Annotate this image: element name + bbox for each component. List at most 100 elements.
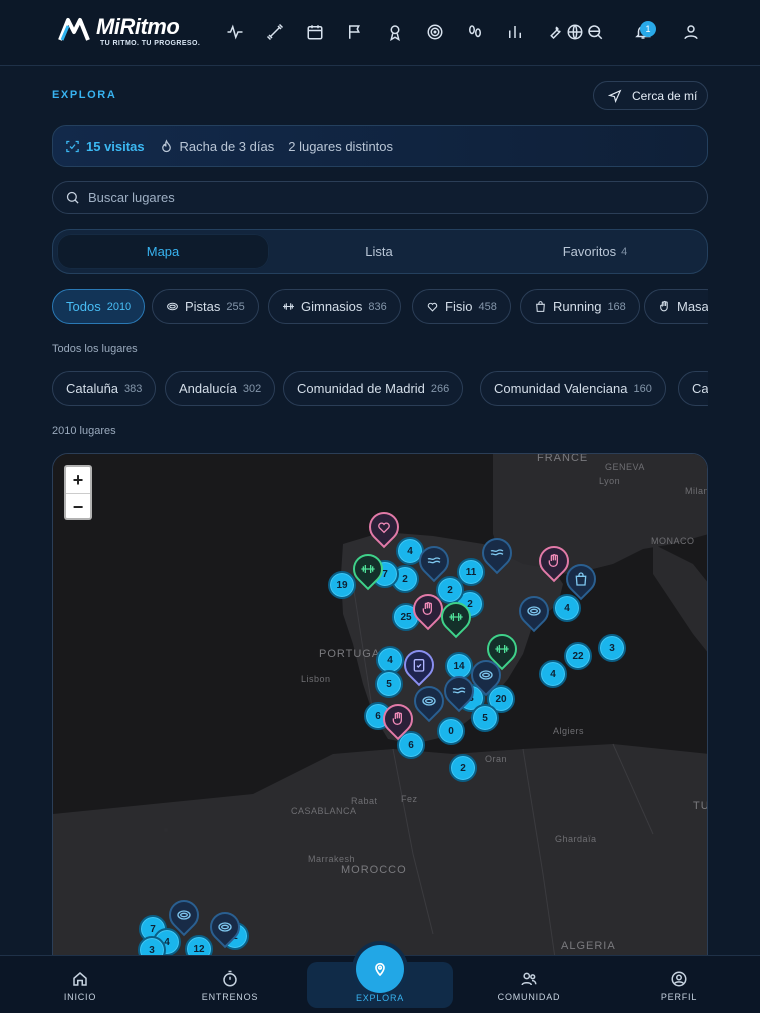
map-cluster[interactable]: 5: [375, 670, 403, 698]
map-label: Milan: [685, 486, 708, 496]
near-me-label: Cerca de mí: [632, 88, 698, 103]
chip-physio[interactable]: Fisio 458: [412, 289, 511, 324]
search-globe-icon[interactable]: [585, 22, 605, 42]
scan-check-icon: [66, 140, 79, 152]
dumbbell-icon[interactable]: [265, 22, 285, 42]
map-pin-icon: [375, 962, 385, 977]
chip-gyms[interactable]: Gimnasios 836: [268, 289, 401, 324]
flag-icon[interactable]: [345, 22, 365, 42]
chip-label: Comunidad de Madrid: [297, 381, 425, 396]
users-icon: [521, 972, 537, 986]
chip-running[interactable]: Running 168: [520, 289, 640, 324]
map-cluster[interactable]: 22: [564, 642, 592, 670]
chip-all[interactable]: Todos 2010: [52, 289, 146, 324]
medal-icon[interactable]: [385, 22, 405, 42]
map-label: GENEVA: [605, 462, 645, 472]
map-cluster[interactable]: 4: [553, 594, 581, 622]
map-label: TU: [693, 800, 707, 812]
streak-text: Racha de 3 días: [179, 138, 275, 154]
shopping-bag-icon: [536, 301, 545, 312]
nav-workouts[interactable]: ENTRENOS: [185, 970, 275, 1010]
hand-icon: [392, 712, 402, 725]
map-cluster[interactable]: 2: [449, 754, 477, 782]
chip-count: 168: [607, 300, 626, 313]
chip-massage[interactable]: Masa: [644, 289, 708, 324]
chip-label: Comunidad Valenciana: [494, 381, 628, 396]
near-me-button[interactable]: Cerca de mí: [593, 81, 708, 110]
map-label: Algiers: [553, 726, 585, 736]
nav-home[interactable]: INICIO: [35, 970, 125, 1010]
chip-region-valenciana[interactable]: Comunidad Valenciana 160: [480, 371, 666, 406]
chip-region-andalucia[interactable]: Andalucía 302: [165, 371, 276, 406]
nav-profile[interactable]: PERFIL: [634, 970, 724, 1010]
map-cluster[interactable]: 19: [328, 571, 356, 599]
chip-label: Fisio: [445, 299, 473, 314]
track-icon: [527, 606, 541, 616]
wrench-icon[interactable]: [545, 22, 565, 42]
stopwatch-icon: [223, 970, 237, 987]
chip-label: Pistas: [185, 299, 221, 314]
waves-icon: [427, 557, 441, 564]
map-cluster[interactable]: 4: [539, 660, 567, 688]
results-caption: 2010 lugares: [52, 425, 116, 437]
map-cluster[interactable]: 0: [437, 717, 465, 745]
chip-count: 302: [242, 382, 262, 395]
nav-community[interactable]: COMUNIDAD: [484, 970, 574, 1010]
map-cluster[interactable]: 5: [471, 704, 499, 732]
tab-favorites[interactable]: Favoritos 4: [489, 234, 701, 269]
zoom-in-button[interactable]: +: [66, 467, 90, 493]
section-label: EXPLORA: [52, 89, 117, 101]
navigation-arrow-icon: [608, 89, 622, 103]
globe-icon[interactable]: [565, 22, 585, 42]
footprints-icon[interactable]: [465, 22, 485, 42]
tab-map-label: Mapa: [146, 244, 180, 259]
chip-count: 836: [368, 300, 387, 313]
chip-count: 458: [478, 300, 497, 313]
track-icon: [422, 696, 436, 706]
map-label: Ghardaïa: [555, 834, 597, 844]
map-label: Fez: [401, 794, 418, 804]
nav-home-label: INICIO: [63, 992, 97, 1002]
user-icon[interactable]: [681, 22, 701, 42]
region-chips: Cataluña 383 Andalucía 302 Comunidad de …: [52, 371, 708, 407]
bar-chart-icon[interactable]: [505, 22, 525, 42]
chip-region-more[interactable]: Ca: [678, 371, 708, 406]
tab-map[interactable]: Mapa: [57, 234, 269, 269]
nav-explore-button[interactable]: [356, 945, 404, 993]
map-label: FRANCE: [537, 453, 589, 464]
chip-tracks[interactable]: Pistas 255: [152, 289, 259, 324]
brand-logo[interactable]: MiRitmo TU RITMO. TU PROGRESO.: [58, 14, 208, 50]
map-label: Oran: [485, 754, 508, 764]
notification-badge: 1: [640, 21, 656, 37]
region-caption: Todos los lugares: [52, 343, 138, 355]
heart-hand-icon: [378, 522, 390, 534]
track-icon: [167, 302, 178, 311]
chip-count: 2010: [106, 300, 132, 313]
chip-label: Running: [553, 299, 602, 314]
activity-icon[interactable]: [225, 22, 245, 42]
calendar-icon[interactable]: [305, 22, 325, 42]
search-bar: [52, 181, 708, 214]
category-chips: Todos 2010 Pistas 255 Gimnasios 836 Fisi…: [52, 289, 708, 325]
tab-list[interactable]: Lista: [273, 234, 485, 269]
target-icon[interactable]: [425, 22, 445, 42]
zoom-out-button[interactable]: −: [66, 493, 90, 519]
dumbbell-icon: [495, 645, 509, 653]
search-input[interactable]: [88, 190, 648, 205]
chip-count: 266: [430, 382, 450, 395]
map-label: CASABLANCA: [291, 806, 357, 816]
map-label: Rabat: [351, 796, 378, 806]
map-cluster[interactable]: 3: [598, 634, 626, 662]
flame-icon: [161, 138, 171, 152]
zoom-control: + −: [64, 465, 92, 520]
stats-banner: 15 visitas Racha de 3 días 2 lugares dis…: [52, 125, 708, 167]
chip-region-madrid[interactable]: Comunidad de Madrid 266: [283, 371, 464, 406]
chip-region-cataluna[interactable]: Cataluña 383: [52, 371, 157, 406]
nav-workouts-label: ENTRENOS: [201, 992, 259, 1002]
heart-hand-icon: [427, 302, 438, 312]
nav-profile-label: PERFIL: [660, 992, 698, 1002]
chip-label: Andalucía: [179, 381, 237, 396]
map-view[interactable]: + − FRANCE GENEVA Lyon Milan MONACO PORT…: [52, 453, 708, 1013]
brand-tagline: TU RITMO. TU PROGRESO.: [100, 40, 201, 47]
chip-count: 383: [124, 382, 143, 395]
